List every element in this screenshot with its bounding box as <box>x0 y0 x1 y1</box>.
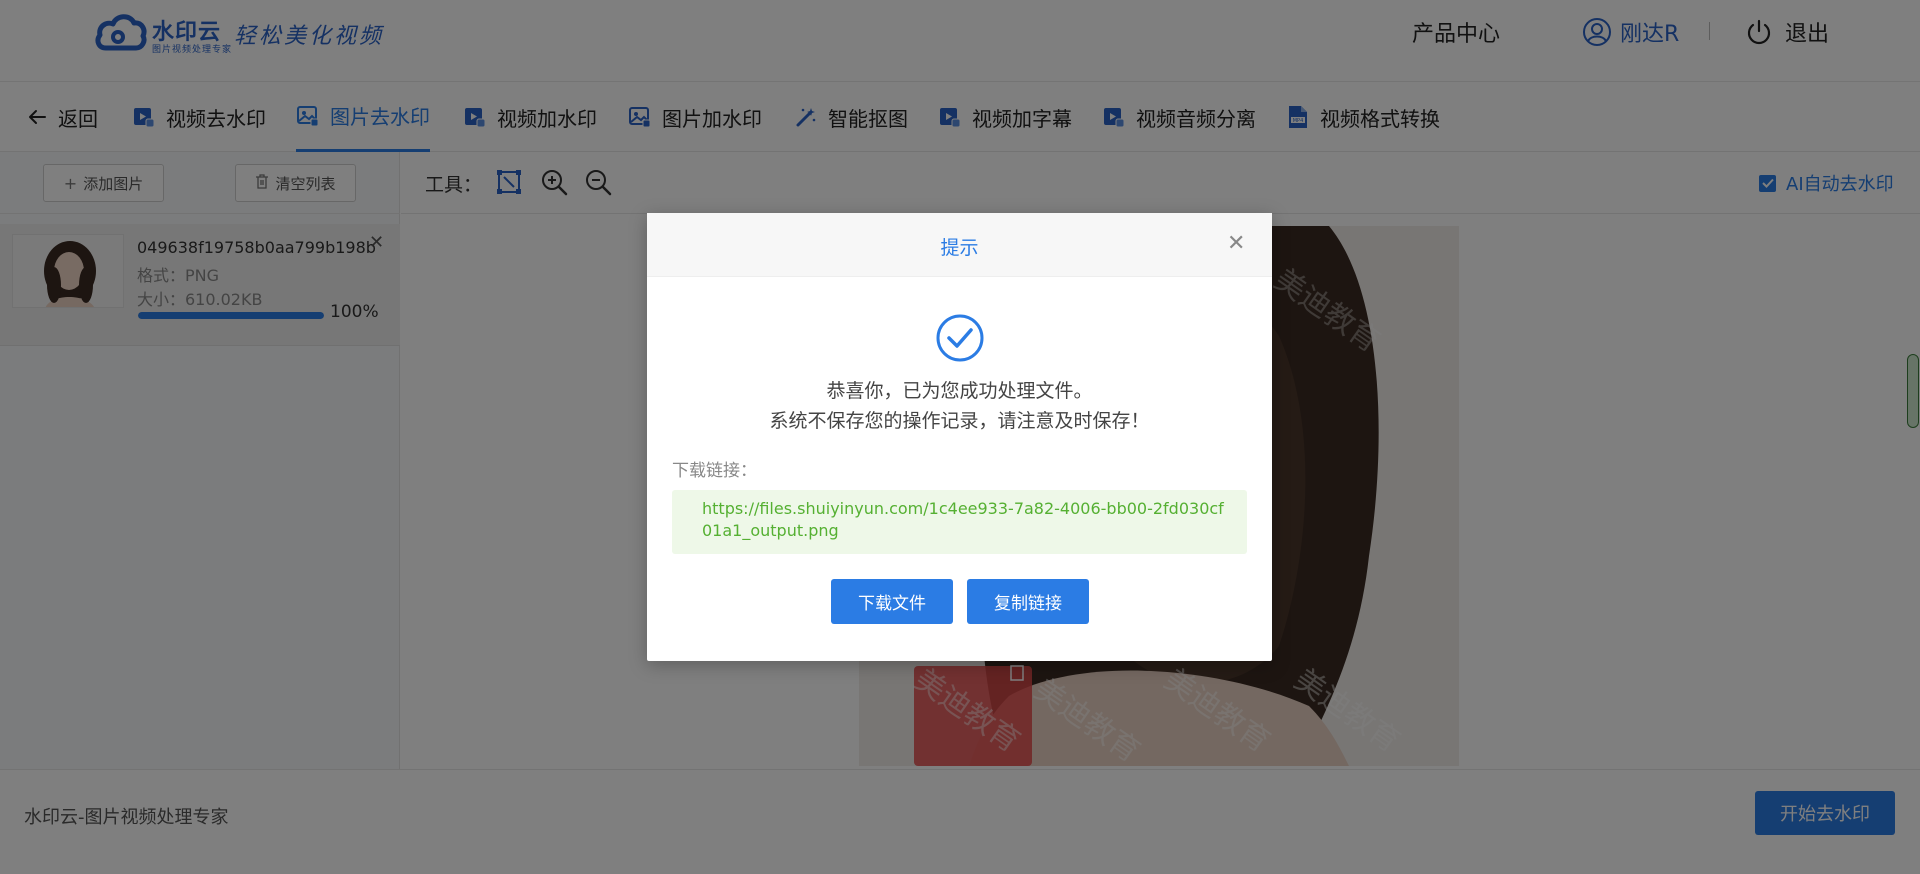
download-file-label: 下载文件 <box>858 594 926 614</box>
download-link[interactable]: https://files.shuiyinyun.com/1c4ee933-7a… <box>672 490 1247 554</box>
save-reminder-message: 系统不保存您的操作记录，请注意及时保存！ <box>769 410 1150 432</box>
dialog-title: 提示 <box>940 237 979 259</box>
success-dialog: 提示 ✕ 恭喜你，已为您成功处理文件。 系统不保存您的操作记录，请注意及时保存！… <box>647 213 1272 661</box>
copy-link-label: 复制链接 <box>994 594 1062 614</box>
success-message: 恭喜你，已为您成功处理文件。 <box>826 380 1093 402</box>
close-icon[interactable]: ✕ <box>1227 233 1245 255</box>
dialog-header: 提示 ✕ <box>647 213 1272 277</box>
download-file-button[interactable]: 下载文件 <box>831 579 953 624</box>
download-link-label: 下载链接： <box>672 461 757 481</box>
copy-link-button[interactable]: 复制链接 <box>967 579 1089 624</box>
check-circle-icon <box>936 314 984 362</box>
